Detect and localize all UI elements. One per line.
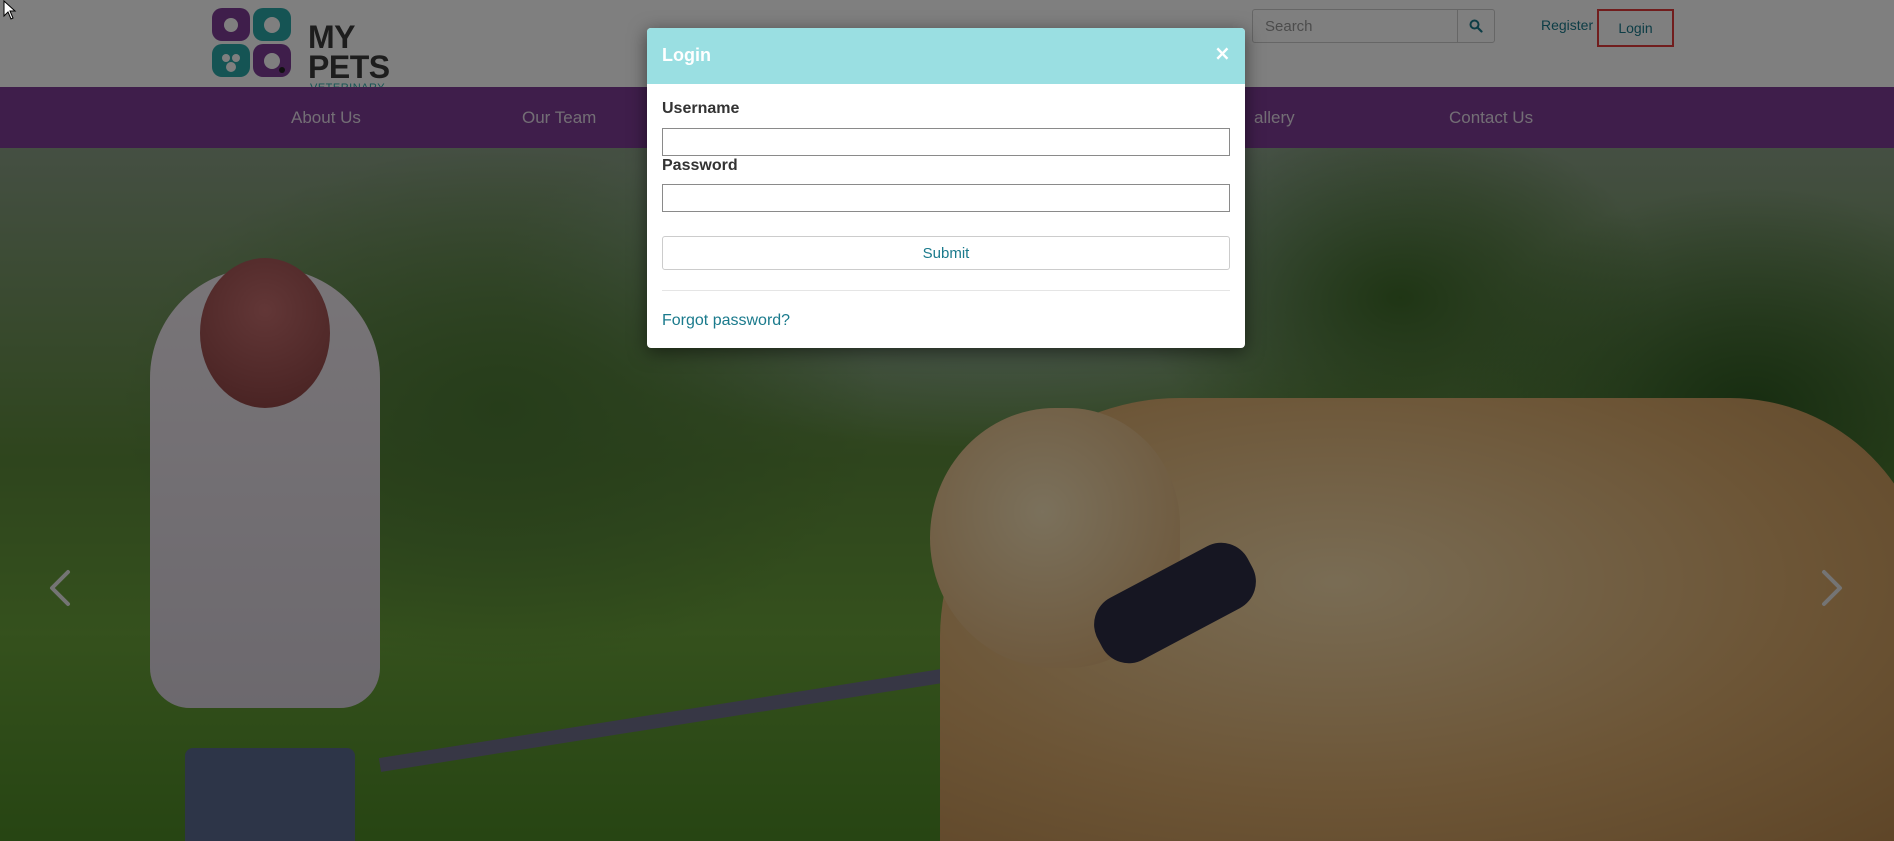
- forgot-password-link[interactable]: Forgot password?: [662, 312, 790, 330]
- mouse-cursor-icon: [3, 0, 17, 20]
- modal-header: Login ×: [647, 28, 1245, 84]
- username-field[interactable]: [662, 128, 1230, 156]
- password-label: Password: [662, 157, 738, 174]
- submit-button[interactable]: Submit: [662, 236, 1230, 270]
- modal-divider: [662, 290, 1230, 291]
- username-label: Username: [662, 100, 740, 117]
- password-field[interactable]: [662, 184, 1230, 212]
- close-icon[interactable]: ×: [1214, 41, 1231, 65]
- login-modal: Login × Username Password Submit Forgot …: [647, 28, 1245, 348]
- modal-title: Login: [662, 45, 711, 65]
